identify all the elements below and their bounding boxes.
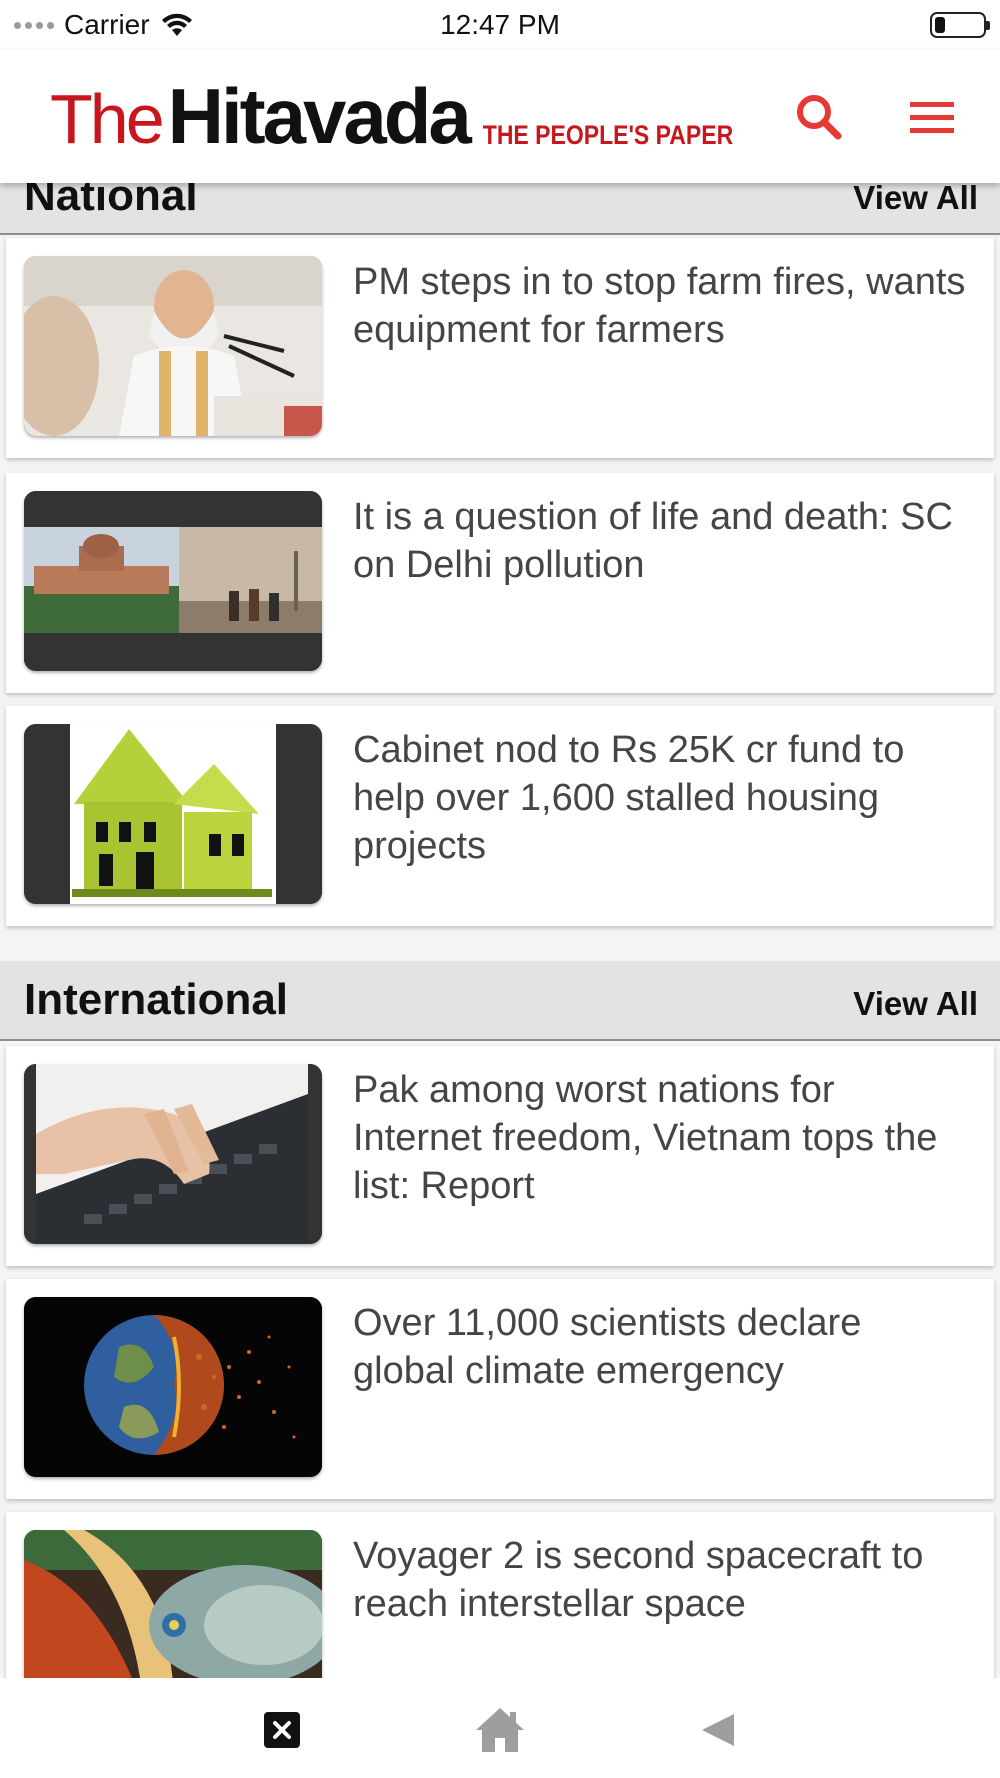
article-headline[interactable]: Cabinet nod to Rs 25K cr fund to help ov… — [353, 726, 973, 870]
view-all-link[interactable]: View All — [853, 183, 978, 217]
app-screen: Carrier 12:47 PM The Hitavada THE PEOPLE… — [0, 0, 1000, 1778]
back-icon — [702, 1714, 734, 1746]
search-icon — [797, 95, 842, 140]
article-headline[interactable]: Over 11,000 scientists declare global cl… — [353, 1299, 973, 1395]
home-icon — [476, 1708, 524, 1752]
article-headline[interactable]: It is a question of life and death: SC o… — [353, 493, 973, 589]
article-thumbnail — [24, 256, 322, 436]
battery-level — [935, 17, 945, 33]
article-headline[interactable]: Pak among worst nations for Internet fre… — [353, 1066, 973, 1210]
article-thumbnail — [24, 491, 322, 671]
news-feed[interactable]: National View All PM steps in to stop fa… — [0, 183, 1000, 1678]
logo-name: Hitavada — [167, 72, 472, 160]
article-headline[interactable]: Voyager 2 is second spacecraft to reach … — [353, 1532, 973, 1628]
view-all-link[interactable]: View All — [853, 985, 978, 1023]
article-thumbnail — [24, 1530, 322, 1678]
search-button[interactable] — [790, 88, 850, 148]
article-thumbnail — [24, 724, 322, 904]
signal-icon — [14, 21, 54, 29]
article-thumbnail — [24, 1064, 322, 1244]
status-left: Carrier — [14, 9, 194, 41]
article-thumbnail — [24, 1297, 322, 1477]
logo-the: The — [50, 80, 165, 158]
section-header-national: National View All — [0, 183, 1000, 235]
menu-button[interactable] — [902, 88, 962, 148]
app-header: The Hitavada THE PEOPLE'S PAPER — [0, 50, 1000, 183]
site-logo[interactable]: The Hitavada THE PEOPLE'S PAPER — [50, 71, 733, 162]
section-header-international: International View All — [0, 961, 1000, 1041]
close-icon — [264, 1712, 300, 1748]
hamburger-menu-icon — [910, 102, 954, 133]
close-button[interactable] — [252, 1700, 312, 1760]
article-card[interactable]: It is a question of life and death: SC o… — [6, 473, 994, 693]
home-button[interactable] — [470, 1700, 530, 1760]
article-card[interactable]: Voyager 2 is second spacecraft to reach … — [6, 1512, 994, 1678]
section-title: National — [24, 183, 198, 220]
article-card[interactable]: Pak among worst nations for Internet fre… — [6, 1046, 994, 1266]
article-card[interactable]: Over 11,000 scientists declare global cl… — [6, 1279, 994, 1499]
status-bar: Carrier 12:47 PM — [0, 0, 1000, 50]
logo-tagline: THE PEOPLE'S PAPER — [482, 119, 734, 150]
back-button[interactable] — [688, 1700, 748, 1760]
carrier-label: Carrier — [64, 9, 150, 40]
article-headline[interactable]: PM steps in to stop farm fires, wants eq… — [353, 258, 973, 354]
article-card[interactable]: PM steps in to stop farm fires, wants eq… — [6, 238, 994, 458]
article-card[interactable]: Cabinet nod to Rs 25K cr fund to help ov… — [6, 706, 994, 926]
battery-icon — [930, 12, 990, 38]
wifi-icon — [161, 13, 192, 36]
bottom-toolbar — [0, 1678, 1000, 1778]
section-title: International — [24, 975, 289, 1024]
